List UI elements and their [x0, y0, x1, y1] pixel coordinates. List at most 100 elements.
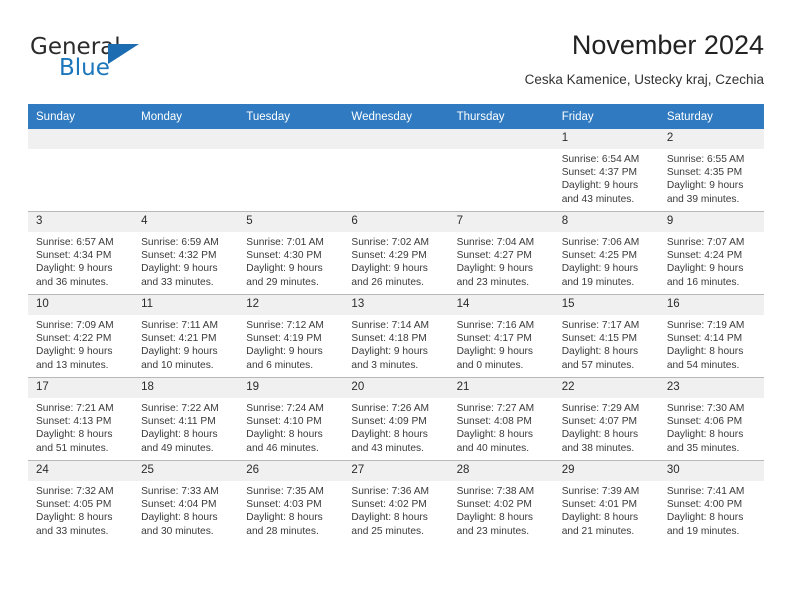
- day-number: 29: [553, 461, 659, 481]
- sun-info-line: and 57 minutes.: [561, 359, 635, 371]
- calendar-week-row: 3 Sunrise: 6:57 AM Sunset: 4:34 PM Daylight…: [28, 211, 764, 295]
- sun-info-line: Daylight: 8 hours: [456, 429, 534, 441]
- day-number: 3: [28, 212, 134, 232]
- day-sun-info: Sunrise: 7:33 AM Sunset: 4:04 PM Daylight:…: [133, 481, 238, 538]
- sun-info-line: and 26 minutes.: [351, 276, 424, 288]
- calendar-day-cell[interactable]: 6 Sunrise: 7:02 AM Sunset: 4:29 PM Daylight…: [343, 211, 449, 295]
- sun-info-line: and 21 minutes.: [561, 525, 635, 537]
- sun-info-line: Daylight: 8 hours: [36, 429, 113, 441]
- sun-info-line: and 33 minutes.: [36, 525, 109, 537]
- calendar-page: General Blue November 2024 Ceska Kamenic…: [0, 0, 792, 612]
- sun-info-line: Sunrise: 7:12 AM: [246, 320, 324, 331]
- calendar-day-cell[interactable]: 2 Sunrise: 6:55 AM Sunset: 4:35 PM Daylight…: [658, 129, 764, 212]
- sun-info-line: Sunset: 4:27 PM: [456, 250, 532, 262]
- sun-info-line: Daylight: 8 hours: [561, 429, 639, 441]
- sun-info-line: Daylight: 9 hours: [351, 346, 428, 358]
- calendar-week-row: 10 Sunrise: 7:09 AM Sunset: 4:22 PM Dayligh…: [28, 294, 764, 378]
- calendar-day-cell[interactable]: 12 Sunrise: 7:12 AM Sunset: 4:19 PM Dayligh…: [238, 294, 344, 378]
- day-sun-info: Sunrise: 7:16 AM Sunset: 4:17 PM Daylight:…: [449, 315, 554, 372]
- calendar-day-cell[interactable]: 14 Sunrise: 7:16 AM Sunset: 4:17 PM Dayligh…: [448, 294, 554, 378]
- sun-info-line: Daylight: 9 hours: [666, 180, 744, 192]
- calendar-day-cell[interactable]: 29 Sunrise: 7:39 AM Sunset: 4:01 PM Dayligh…: [553, 460, 659, 543]
- sun-info-line: Sunrise: 7:17 AM: [561, 320, 640, 331]
- sun-info-line: Daylight: 8 hours: [351, 429, 428, 441]
- calendar-day-cell[interactable]: 26 Sunrise: 7:35 AM Sunset: 4:03 PM Dayligh…: [238, 460, 344, 543]
- sun-info-line: and 33 minutes.: [141, 276, 214, 288]
- sun-info-line: Sunrise: 7:39 AM: [561, 486, 640, 497]
- day-number: 2: [658, 129, 764, 149]
- brand-logo[interactable]: General Blue: [28, 34, 218, 90]
- calendar-day-cell[interactable]: 19 Sunrise: 7:24 AM Sunset: 4:10 PM Dayligh…: [238, 377, 344, 461]
- sun-info-line: Sunrise: 6:57 AM: [36, 237, 114, 248]
- sun-info-line: Daylight: 8 hours: [141, 512, 218, 524]
- calendar-day-cell[interactable]: 3 Sunrise: 6:57 AM Sunset: 4:34 PM Daylight…: [28, 211, 134, 295]
- day-sun-info: Sunrise: 7:11 AM Sunset: 4:21 PM Daylight:…: [133, 315, 238, 372]
- weekday-header-thursday: Thursday: [448, 104, 554, 129]
- calendar-day-cell[interactable]: 9 Sunrise: 7:07 AM Sunset: 4:24 PM Daylight…: [658, 211, 764, 295]
- day-number: 26: [238, 461, 344, 481]
- calendar-day-cell[interactable]: 10 Sunrise: 7:09 AM Sunset: 4:22 PM Dayligh…: [28, 294, 134, 378]
- calendar-day-cell-empty: [343, 129, 449, 212]
- calendar-day-cell[interactable]: 24 Sunrise: 7:32 AM Sunset: 4:05 PM Dayligh…: [28, 460, 134, 543]
- day-number: 14: [448, 295, 554, 315]
- calendar-day-cell[interactable]: 21 Sunrise: 7:27 AM Sunset: 4:08 PM Dayligh…: [448, 377, 554, 461]
- day-sun-info: Sunrise: 6:57 AM Sunset: 4:34 PM Daylight:…: [28, 232, 133, 289]
- day-sun-info: Sunrise: 7:04 AM Sunset: 4:27 PM Daylight:…: [449, 232, 554, 289]
- sun-info-line: Sunset: 4:21 PM: [141, 333, 217, 345]
- day-sun-info: Sunrise: 7:26 AM Sunset: 4:09 PM Daylight:…: [343, 398, 448, 455]
- calendar-day-cell[interactable]: 11 Sunrise: 7:11 AM Sunset: 4:21 PM Dayligh…: [133, 294, 239, 378]
- sun-info-line: Daylight: 8 hours: [561, 346, 639, 358]
- day-number: 17: [28, 378, 134, 398]
- sun-info-line: Sunset: 4:18 PM: [351, 333, 427, 345]
- sun-info-line: and 10 minutes.: [141, 359, 214, 371]
- day-number: 21: [448, 378, 554, 398]
- sun-info-line: Sunset: 4:15 PM: [561, 333, 638, 345]
- title-block: November 2024 Ceska Kamenice, Ustecky kr…: [525, 28, 764, 88]
- sun-info-line: Sunrise: 7:11 AM: [141, 320, 218, 331]
- calendar-day-cell[interactable]: 17 Sunrise: 7:21 AM Sunset: 4:13 PM Dayligh…: [28, 377, 134, 461]
- day-number: 7: [448, 212, 554, 232]
- sun-info-line: Sunrise: 6:59 AM: [141, 237, 219, 248]
- calendar-day-cell[interactable]: 4 Sunrise: 6:59 AM Sunset: 4:32 PM Daylight…: [133, 211, 239, 295]
- calendar-day-cell[interactable]: 16 Sunrise: 7:19 AM Sunset: 4:14 PM Dayligh…: [658, 294, 764, 378]
- sun-info-line: and 51 minutes.: [36, 442, 109, 454]
- day-number: 23: [658, 378, 764, 398]
- sun-info-line: Sunset: 4:13 PM: [36, 416, 112, 428]
- calendar-day-cell[interactable]: 18 Sunrise: 7:22 AM Sunset: 4:11 PM Dayligh…: [133, 377, 239, 461]
- weekday-header-friday: Friday: [553, 104, 659, 129]
- calendar-day-cell[interactable]: 15 Sunrise: 7:17 AM Sunset: 4:15 PM Dayligh…: [553, 294, 659, 378]
- calendar-day-cell[interactable]: 30 Sunrise: 7:41 AM Sunset: 4:00 PM Dayligh…: [658, 460, 764, 543]
- sun-info-line: Daylight: 8 hours: [561, 512, 639, 524]
- day-sun-info: Sunrise: 7:09 AM Sunset: 4:22 PM Daylight:…: [28, 315, 133, 372]
- sun-info-line: and 40 minutes.: [456, 442, 530, 454]
- day-sun-info: Sunrise: 7:35 AM Sunset: 4:03 PM Daylight:…: [238, 481, 343, 538]
- sun-info-line: Sunrise: 7:29 AM: [561, 403, 640, 414]
- calendar-day-cell[interactable]: 20 Sunrise: 7:26 AM Sunset: 4:09 PM Dayligh…: [343, 377, 449, 461]
- sun-info-line: Sunrise: 7:26 AM: [351, 403, 430, 414]
- calendar-day-cell[interactable]: 23 Sunrise: 7:30 AM Sunset: 4:06 PM Dayligh…: [658, 377, 764, 461]
- sun-info-line: Sunrise: 7:35 AM: [246, 486, 324, 497]
- calendar-day-cell[interactable]: 22 Sunrise: 7:29 AM Sunset: 4:07 PM Dayligh…: [553, 377, 659, 461]
- sun-info-line: Sunset: 4:02 PM: [456, 499, 532, 511]
- sun-info-line: Sunset: 4:34 PM: [36, 250, 112, 262]
- sun-info-line: Sunset: 4:24 PM: [666, 250, 743, 262]
- sun-info-line: and 19 minutes.: [561, 276, 635, 288]
- calendar-day-cell[interactable]: 1 Sunrise: 6:54 AM Sunset: 4:37 PM Daylight…: [553, 129, 659, 212]
- sun-info-line: and 38 minutes.: [561, 442, 635, 454]
- calendar-day-cell[interactable]: 13 Sunrise: 7:14 AM Sunset: 4:18 PM Dayligh…: [343, 294, 449, 378]
- calendar-day-cell[interactable]: 5 Sunrise: 7:01 AM Sunset: 4:30 PM Daylight…: [238, 211, 344, 295]
- sun-info-line: Sunset: 4:14 PM: [666, 333, 743, 345]
- day-sun-info: Sunrise: 7:01 AM Sunset: 4:30 PM Daylight:…: [238, 232, 343, 289]
- sun-info-line: Sunrise: 7:02 AM: [351, 237, 430, 248]
- sun-info-line: and 16 minutes.: [666, 276, 740, 288]
- calendar-day-cell[interactable]: 7 Sunrise: 7:04 AM Sunset: 4:27 PM Daylight…: [448, 211, 554, 295]
- calendar-day-cell[interactable]: 28 Sunrise: 7:38 AM Sunset: 4:02 PM Dayligh…: [448, 460, 554, 543]
- sun-info-line: Sunset: 4:32 PM: [141, 250, 217, 262]
- calendar-day-cell[interactable]: 25 Sunrise: 7:33 AM Sunset: 4:04 PM Dayligh…: [133, 460, 239, 543]
- sun-info-line: Sunset: 4:05 PM: [36, 499, 112, 511]
- calendar-day-cell[interactable]: 8 Sunrise: 7:06 AM Sunset: 4:25 PM Daylight…: [553, 211, 659, 295]
- sun-info-line: and 6 minutes.: [246, 359, 314, 371]
- day-number: 10: [28, 295, 134, 315]
- calendar-day-cell[interactable]: 27 Sunrise: 7:36 AM Sunset: 4:02 PM Dayligh…: [343, 460, 449, 543]
- sun-info-line: Daylight: 9 hours: [351, 263, 428, 275]
